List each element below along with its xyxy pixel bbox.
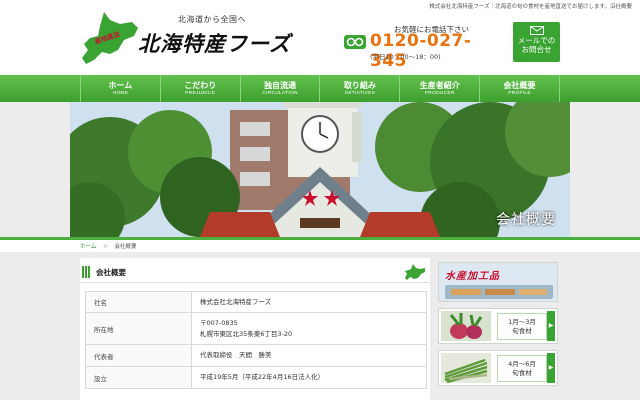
phone-contact: お気軽にお電話下さい 0120-027-345 (平日10：00〜18：00) <box>344 22 504 71</box>
breadcrumb: ホーム > 会社概要 <box>0 240 640 252</box>
mail-button-label-2: お問合せ <box>521 45 552 54</box>
hero-banner: 会社概要 <box>70 102 570 237</box>
header-tagline: 株式会社北海特産フーズ｜北海道の旬の食材を産地直送でお届けします。沿社概要 <box>429 4 632 10</box>
nav-sublabel: INITIATIVES <box>344 91 376 96</box>
table-value: 平成19年5月（平成22年4月16日法人化） <box>191 366 427 389</box>
address: 札幌市東区北35条東6丁目3-20 <box>200 329 293 338</box>
established: 平成19年5月（平成22年4月16日法人化） <box>200 373 325 381</box>
season-link-jan-mar[interactable]: 1月〜3月 旬食材 ▶ <box>438 308 558 344</box>
nav-item-profile[interactable]: 会社概要 PROFILE <box>479 75 560 102</box>
nav-label: 会社概要 <box>503 80 536 90</box>
asparagus-photo <box>441 353 491 383</box>
table-key: 社名 <box>85 291 192 313</box>
site-header: 株式会社北海特産フーズ｜北海道の旬の食材を産地直送でお届けします。沿社概要 産地… <box>0 0 640 75</box>
nav-item-circulation[interactable]: 独自流通 CIRCULATION <box>239 75 320 102</box>
breadcrumb-current: 会社概要 <box>114 244 137 250</box>
table-row: 所在地 〒007-0835 札幌市東区北35条東6丁目3-20 <box>85 312 427 345</box>
postal-code: 〒007-0835 <box>200 318 238 327</box>
season-label: 4月〜6月 旬食材 <box>497 355 547 382</box>
chevron-right-icon: ▶ <box>547 311 555 341</box>
mail-contact-button[interactable]: メールでの お問合せ <box>513 22 560 62</box>
freedial-icon <box>344 35 366 49</box>
nav-label: 取り組み <box>343 80 376 90</box>
table-value: 株式会社北海特産フーズ <box>191 291 427 313</box>
nav-label: 独自流通 <box>264 80 297 90</box>
season-subtitle: 旬食材 <box>512 327 532 335</box>
mail-icon <box>529 26 544 35</box>
phone-hours: (平日10：00〜18：00) <box>370 53 441 61</box>
company-info-table: 社名 株式会社北海特産フーズ 所在地 〒007-0835 札幌市東区北35条東6… <box>85 291 427 389</box>
chevron-right-icon: ▶ <box>547 353 555 383</box>
nav-label: こだわり <box>184 80 217 90</box>
table-key: 代表者 <box>85 344 192 367</box>
section-bar-icon <box>82 266 90 278</box>
nav-sublabel: HOME <box>112 91 129 96</box>
nav-sublabel: PROFILE <box>508 91 531 96</box>
breadcrumb-home-link[interactable]: ホーム <box>80 244 96 250</box>
section-header: 会社概要 <box>80 261 430 283</box>
nav-sublabel: PRODUCER <box>424 91 455 96</box>
season-link-apr-jun[interactable]: 4月〜6月 旬食材 ▶ <box>438 350 558 386</box>
nav-label: ホーム <box>108 80 133 90</box>
global-nav: ホーム HOME こだわり PREJUDICE 独自流通 CIRCULATION… <box>0 75 640 102</box>
breadcrumb-separator: > <box>103 244 108 250</box>
representative: 代表取締役 天間 勝美 <box>200 351 272 359</box>
sidebar: 水産加工品 1月〜3月 旬食材 ▶ 4月〜6月 旬食材 ▶ <box>438 258 560 400</box>
nav-label: 生産者紹介 <box>419 80 460 90</box>
section-title: 会社概要 <box>96 268 126 277</box>
season-months: 1月〜3月 <box>508 318 536 326</box>
table-value: 代表取締役 天間 勝美 <box>191 344 427 367</box>
season-months: 4月〜6月 <box>508 360 536 368</box>
mail-button-label-1: メールでの <box>517 36 556 45</box>
table-row: 代表者 代表取締役 天間 勝美 <box>85 344 427 367</box>
banner-title: 水産加工品 <box>445 271 500 282</box>
table-key: 所在地 <box>85 312 192 345</box>
site-logo[interactable]: 産地直送 北海道から全国へ 北海特産フーズ <box>80 10 300 68</box>
nav-item-initiatives[interactable]: 取り組み INITIATIVES <box>319 75 399 102</box>
table-key: 設立 <box>85 366 192 389</box>
table-value: 〒007-0835 札幌市東区北35条東6丁目3-20 <box>191 312 427 345</box>
nav-item-producer[interactable]: 生産者紹介 PRODUCER <box>399 75 479 102</box>
hokkaido-silhouette-icon <box>405 264 425 280</box>
nav-item-prejudice[interactable]: こだわり PREJUDICE <box>159 75 240 102</box>
nav-sublabel: CIRCULATION <box>262 91 298 96</box>
table-row: 設立 平成19年5月（平成22年4月16日法人化） <box>85 366 427 389</box>
season-label: 1月〜3月 旬食材 <box>497 313 547 340</box>
logo-subtitle: 北海道から全国へ <box>178 15 246 24</box>
seafood-products-banner[interactable]: 水産加工品 <box>438 262 558 302</box>
radish-photo <box>441 311 491 341</box>
logo-wordmark: 北海特産フーズ <box>138 31 291 56</box>
season-subtitle: 旬食材 <box>512 369 532 377</box>
table-row: 社名 株式会社北海特産フーズ <box>85 291 427 313</box>
clock-tower-photo <box>70 102 570 237</box>
hero-title: 会社概要 <box>496 212 556 228</box>
main-content: 会社概要 社名 株式会社北海特産フーズ 所在地 〒007-0835 札幌市東区北… <box>80 258 430 400</box>
company-name: 株式会社北海特産フーズ <box>200 297 272 306</box>
nav-item-home[interactable]: ホーム HOME <box>80 75 160 102</box>
nav-sublabel: PREJUDICE <box>185 91 216 96</box>
